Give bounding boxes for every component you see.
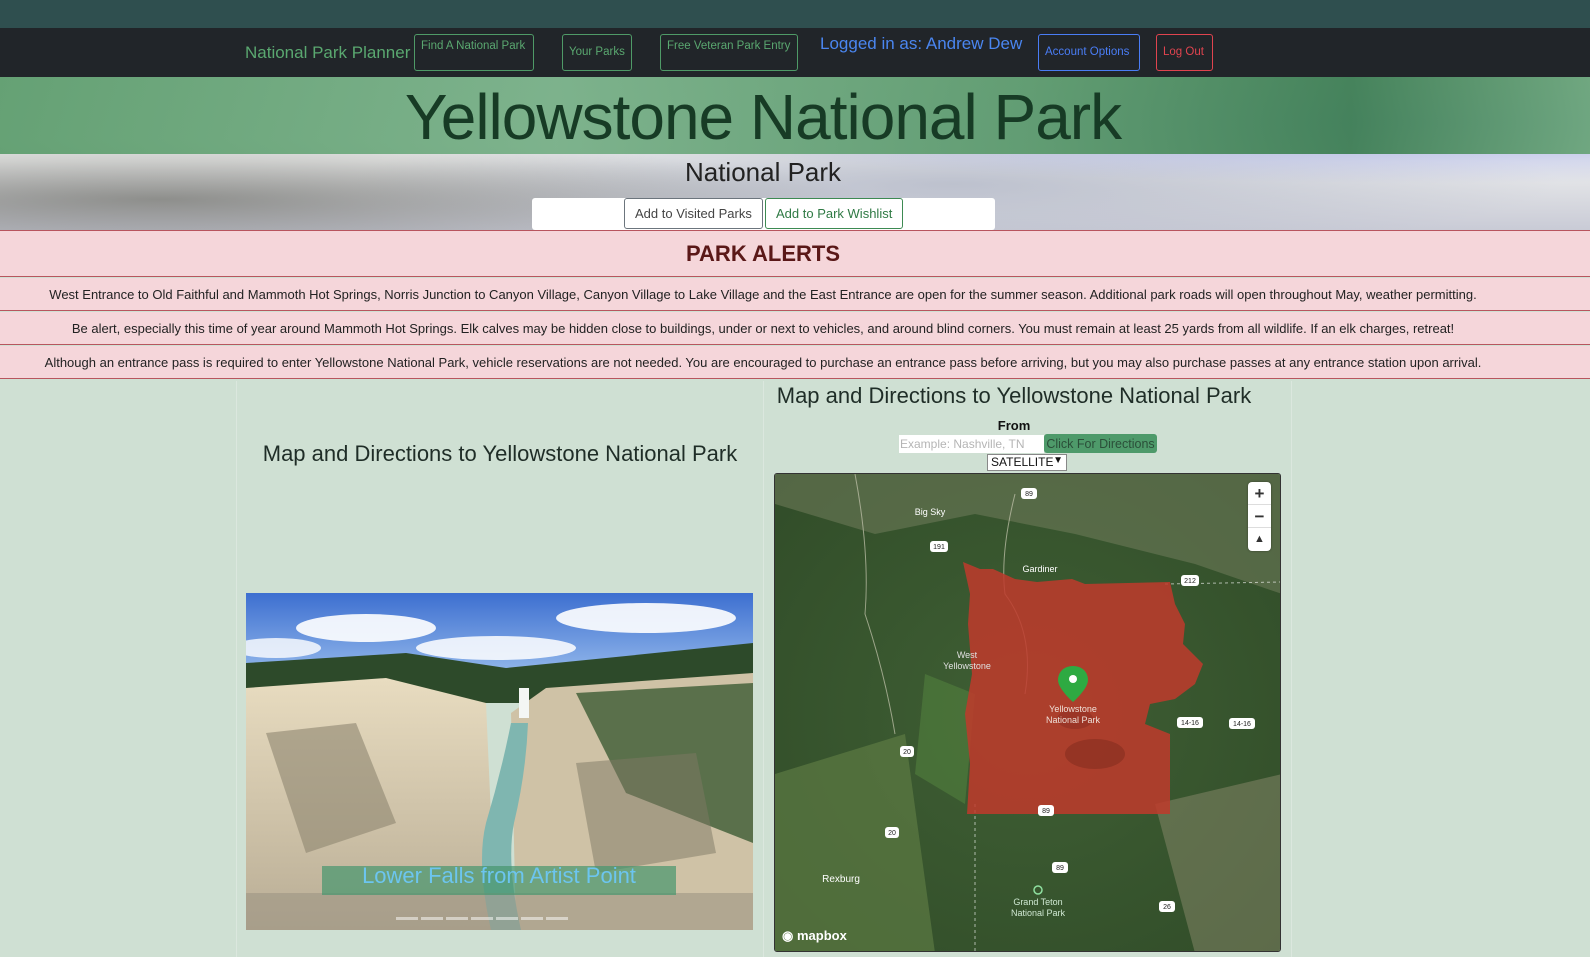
zoom-out-button[interactable]: − [1248,505,1271,528]
alerts-title: PARK ALERTS [686,241,840,266]
indicator[interactable] [396,917,418,920]
park-title: Yellowstone National Park [404,81,1122,153]
from-input[interactable] [899,435,1044,453]
park-designation: National Park [684,157,842,187]
route-shield-label: 191 [933,544,945,551]
mapbox-logo[interactable]: ◉ mapbox [782,928,847,944]
svg-text:National Park: National Park [1046,715,1101,725]
chevron-down-icon: ▼ [1053,455,1063,466]
account-options-button[interactable]: Account Options [1038,34,1140,71]
from-label: From [997,418,1031,433]
find-park-button[interactable]: Find A National Park [414,34,534,71]
alert-text: West Entrance to Old Faithful and Mammot… [49,287,1477,302]
map-label-park: Yellowstone [1049,704,1097,714]
alert-row: West Entrance to Old Faithful and Mammot… [0,278,1590,311]
map-type-value: SATELLITE [991,455,1054,469]
svg-text:Yellowstone: Yellowstone [943,661,991,671]
route-shield-label: 89 [1042,808,1050,815]
add-visited-button[interactable]: Add to Visited Parks [624,198,763,229]
map-label-gardiner: Gardiner [1022,564,1057,574]
your-parks-button[interactable]: Your Parks [562,34,632,71]
carousel-indicators[interactable] [396,907,596,920]
route-shield-label: 89 [1025,491,1033,498]
route-shield-label: 212 [1184,578,1196,585]
satellite-map: Yellowstone National Park Big Sky Gardin… [775,474,1280,951]
map-label-rexburg: Rexburg [822,874,860,885]
route-shield-label: 26 [1163,904,1171,911]
map-view[interactable]: Yellowstone National Park Big Sky Gardin… [774,473,1281,952]
indicator[interactable] [421,917,443,920]
indicator[interactable] [521,917,543,920]
logged-in-label: Logged in as: Andrew Dew [820,34,1023,53]
alert-text: Be alert, especially this time of year a… [71,321,1455,336]
route-shield-label: 20 [903,749,911,756]
compass-button[interactable]: ▲ [1248,528,1271,551]
map-zoom-controls: + − ▲ [1248,482,1271,551]
zoom-in-button[interactable]: + [1248,482,1271,505]
photo-carousel[interactable]: Lower Falls from Artist Point [246,593,753,930]
indicator[interactable] [496,917,518,920]
right-heading: Map and Directions to Yellowstone Nation… [776,383,1252,408]
left-heading: Map and Directions to Yellowstone Nation… [262,441,738,466]
route-shield-label: 89 [1056,865,1064,872]
indicator[interactable] [471,917,493,920]
veteran-entry-button[interactable]: Free Veteran Park Entry [660,34,798,71]
map-label-big-sky: Big Sky [915,507,946,517]
mapbox-icon: ◉ [782,928,794,943]
brand-link[interactable]: National Park Planner [245,43,410,63]
indicator[interactable] [546,917,568,920]
map-type-select[interactable]: SATELLITE ▼ [987,454,1067,471]
svg-text:National Park: National Park [1011,908,1066,918]
map-label-grand-teton: Grand Teton [1013,897,1062,907]
top-strip [0,0,1590,28]
directions-button[interactable]: Click For Directions [1044,434,1157,453]
route-shield-label: 14-16 [1181,720,1199,727]
alert-text: Although an entrance pass is required to… [44,355,1482,370]
route-shield-label: 20 [888,830,896,837]
alert-row: Although an entrance pass is required to… [0,346,1590,379]
log-out-button[interactable]: Log Out [1156,34,1213,71]
map-label-west: West [957,650,978,660]
add-wishlist-button[interactable]: Add to Park Wishlist [765,198,904,229]
route-shield-label: 14-16 [1233,721,1251,728]
carousel-caption: Lower Falls from Artist Point [362,863,636,888]
action-button-bar [532,198,995,230]
indicator[interactable] [446,917,468,920]
alert-row: Be alert, especially this time of year a… [0,312,1590,345]
